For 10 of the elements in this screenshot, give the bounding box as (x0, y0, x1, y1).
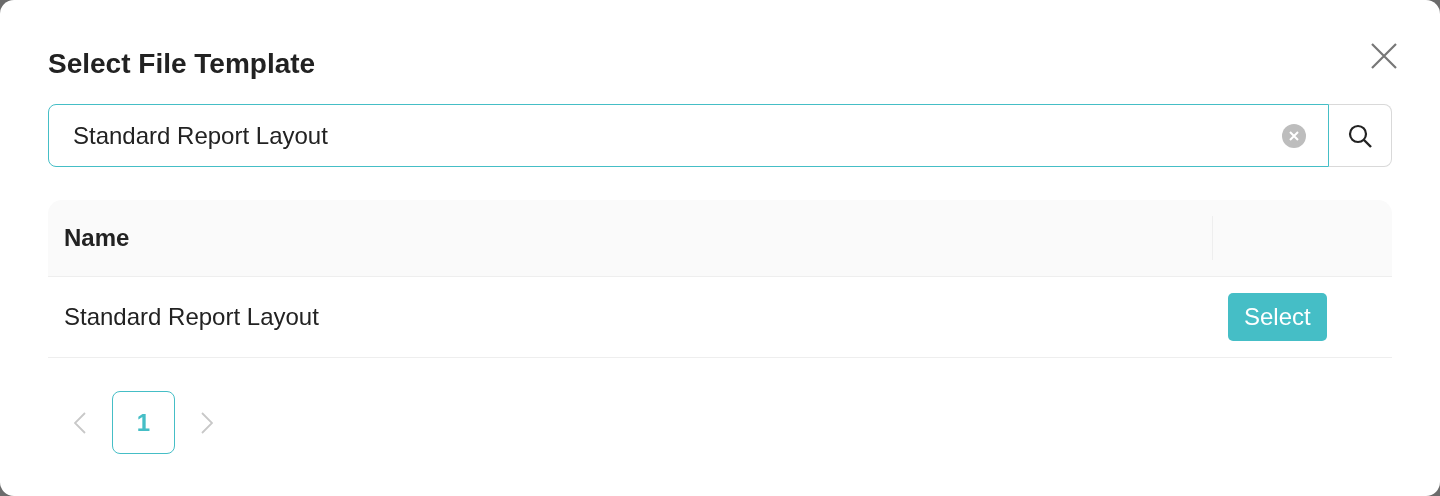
table-cell-text: Standard Report Layout (63, 302, 320, 332)
clear-icon[interactable] (1282, 123, 1306, 148)
search-button[interactable] (1329, 104, 1392, 167)
column-header: Name (63, 223, 131, 253)
select-button[interactable]: Select (1228, 293, 1327, 341)
close-icon[interactable] (1370, 42, 1398, 70)
page-button[interactable]: 1 (112, 391, 175, 454)
search-icon (1347, 122, 1373, 149)
dialog-title: Select File Template (48, 47, 316, 81)
search-field[interactable]: Standard Report Layout (48, 104, 1329, 167)
